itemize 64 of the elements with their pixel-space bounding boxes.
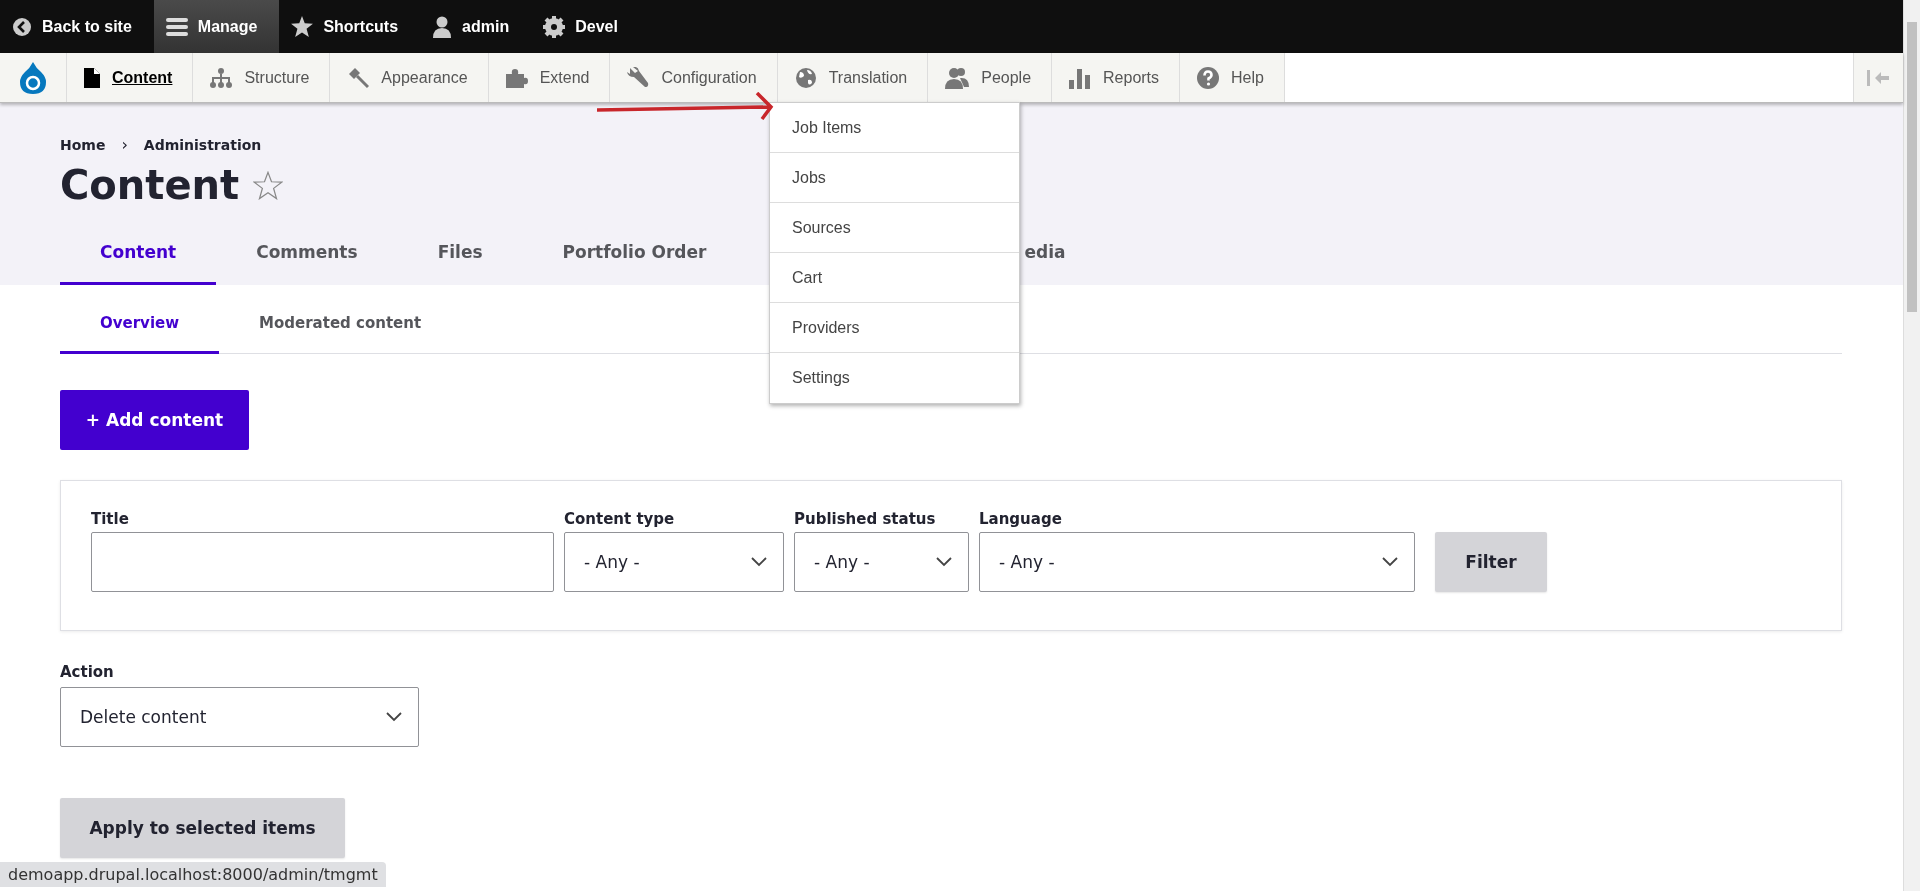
menu-item[interactable]: Settings [770, 353, 1019, 403]
field-label: Action [60, 662, 115, 682]
toolbar-item[interactable]: Back to site [0, 0, 154, 53]
breadcrumb-link[interactable]: Administration [143, 136, 262, 153]
breadcrumb-separator: › [121, 135, 128, 154]
star-icon [291, 16, 314, 37]
globe-icon [794, 66, 817, 89]
select-field[interactable]: Delete content [60, 687, 419, 747]
admin-menu-item[interactable]: Extend [488, 53, 611, 102]
menu-item[interactable]: Providers [770, 303, 1019, 353]
gear-icon [543, 15, 566, 38]
menu-item[interactable]: Cart [770, 253, 1019, 303]
scrollbar[interactable] [1903, 0, 1920, 891]
tab[interactable]: Moderated content [219, 285, 462, 354]
admin-menu-item[interactable]: Reports [1052, 53, 1181, 102]
bar-chart-icon [1069, 66, 1092, 89]
tab[interactable]: Comments [216, 227, 398, 285]
field-label: Language [979, 509, 1063, 529]
chevron-down-icon [751, 557, 767, 567]
help-icon [1197, 66, 1220, 89]
tab[interactable]: Portfolio Order [522, 227, 747, 285]
admin-menu-item[interactable]: Structure [193, 53, 331, 102]
chevron-down-icon [386, 712, 402, 722]
menu-icon [165, 17, 188, 36]
select-field[interactable]: - Any - [979, 532, 1415, 592]
menu-item[interactable]: Job Items [770, 103, 1019, 153]
select-field[interactable]: - Any - [564, 532, 784, 592]
star-icon[interactable] [253, 170, 284, 200]
tab[interactable]: Files [397, 227, 523, 285]
page-icon [84, 67, 100, 88]
filter-button[interactable]: Filter [1435, 532, 1547, 592]
admin-menu-item[interactable]: Configuration [610, 53, 778, 102]
field-label: Title [91, 509, 130, 529]
collapse-arrow-icon [1866, 69, 1891, 86]
field-label: Content type [564, 509, 676, 529]
title-input-field[interactable] [91, 532, 554, 592]
user-icon [432, 15, 453, 38]
people-icon [945, 66, 970, 89]
toolbar-item[interactable]: Manage [153, 0, 280, 53]
toolbar-item[interactable]: Devel [531, 0, 640, 53]
menu-item[interactable]: Sources [770, 203, 1019, 253]
hammer-icon [347, 66, 370, 89]
back-icon [12, 16, 32, 37]
admin-menu-item[interactable]: Appearance [330, 53, 489, 102]
wrench-icon [627, 66, 650, 89]
puzzle-icon [505, 67, 528, 88]
admin-menu-item[interactable]: Help [1180, 53, 1285, 102]
tab[interactable]: Overview [60, 285, 220, 354]
chevron-down-icon [936, 557, 952, 567]
status-url: demoapp.drupal.localhost:8000/admin/tmgmt [0, 862, 386, 887]
apply-button[interactable]: Apply to selected items [60, 798, 345, 858]
page-title: Content [60, 161, 240, 210]
toolbar-item[interactable]: admin [420, 0, 532, 53]
breadcrumb-link[interactable]: Home [60, 136, 106, 153]
toolbar-item[interactable]: Shortcuts [279, 0, 421, 53]
admin-menu-item[interactable]: Content [67, 53, 194, 102]
menu-item[interactable]: Jobs [770, 153, 1019, 203]
field-label: Published status [794, 509, 937, 529]
add-content-button[interactable]: + Add content [60, 390, 249, 450]
tab[interactable]: edia [1024, 227, 1106, 285]
select-field[interactable]: - Any - [794, 532, 969, 592]
tab[interactable]: Content [60, 227, 217, 285]
sitemap-icon [210, 67, 233, 88]
chevron-down-icon [1382, 557, 1398, 567]
